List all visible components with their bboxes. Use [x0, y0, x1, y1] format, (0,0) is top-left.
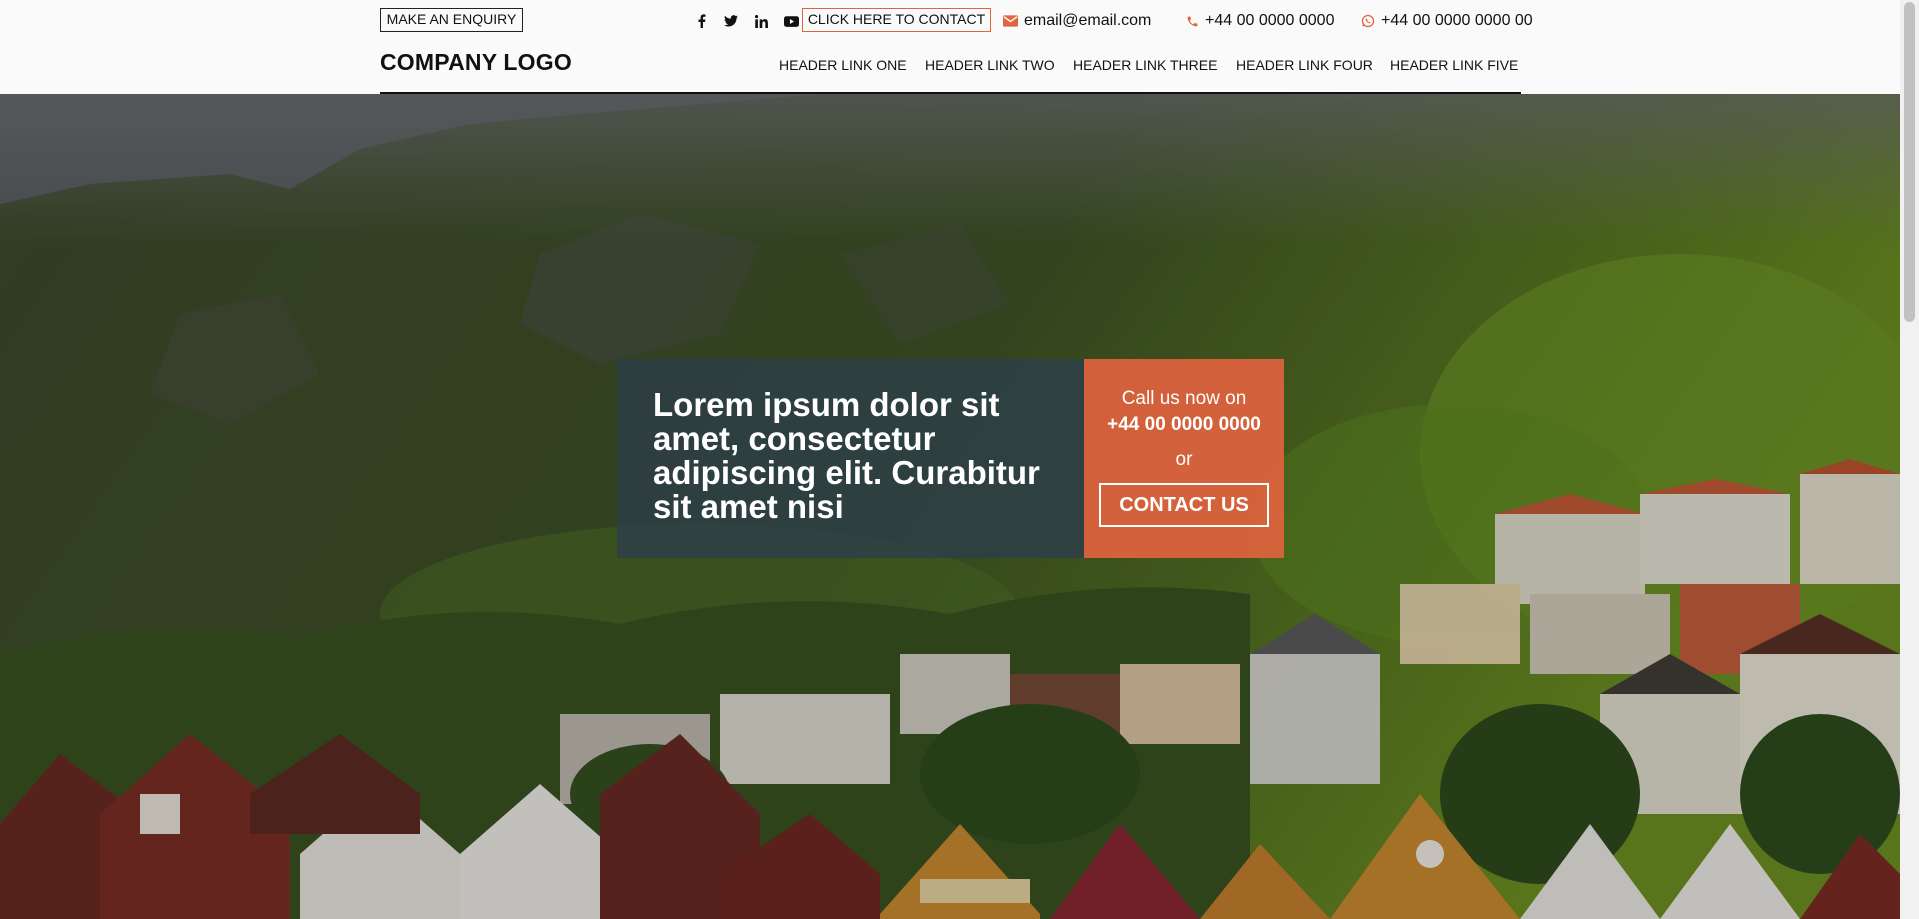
email-text: email@email.com	[1024, 12, 1152, 29]
call-us-number[interactable]: +44 00 0000 0000	[1084, 414, 1284, 436]
top-bar: MAKE AN ENQUIRY CLICK HERE TO CONTACT em…	[380, 8, 1533, 34]
linkedin-icon[interactable]	[746, 11, 776, 31]
company-logo[interactable]: COMPANY LOGO	[380, 49, 572, 76]
header-divider	[380, 92, 1521, 94]
contact-us-button[interactable]: CONTACT US	[1099, 483, 1269, 527]
twitter-icon[interactable]	[716, 11, 746, 31]
social-links	[686, 11, 806, 31]
call-us-text: Call us now on	[1121, 388, 1247, 409]
phone-icon	[1187, 16, 1198, 26]
scrollbar-thumb[interactable]	[1904, 2, 1915, 322]
phone-text: +44 00 0000 0000	[1205, 12, 1335, 29]
facebook-icon[interactable]	[686, 11, 716, 31]
email-link[interactable]: email@email.com	[1003, 10, 1151, 32]
nav-link-five[interactable]: HEADER LINK FIVE	[1390, 57, 1518, 73]
site-header: MAKE AN ENQUIRY CLICK HERE TO CONTACT em…	[0, 0, 1900, 94]
hero-headline: Lorem ipsum dolor sit amet, consectetur …	[653, 386, 1040, 525]
page-scrollbar[interactable]	[1900, 0, 1919, 919]
whatsapp-icon	[1361, 14, 1375, 28]
phone-link[interactable]: +44 00 0000 0000	[1186, 10, 1334, 32]
or-text: or	[1175, 449, 1193, 470]
nav-link-three[interactable]: HEADER LINK THREE	[1073, 57, 1217, 73]
click-to-contact-button[interactable]: CLICK HERE TO CONTACT	[802, 8, 991, 32]
whatsapp-text: +44 00 0000 0000 00	[1381, 12, 1533, 29]
nav-link-two[interactable]: HEADER LINK TWO	[925, 57, 1055, 73]
whatsapp-link[interactable]: +44 00 0000 0000 00	[1361, 10, 1533, 32]
hero-call-panel: Call us now on +44 00 0000 0000 or CONTA…	[1084, 359, 1284, 558]
nav-link-four[interactable]: HEADER LINK FOUR	[1236, 57, 1373, 73]
hero-headline-panel: Lorem ipsum dolor sit amet, consectetur …	[617, 359, 1084, 558]
nav-link-one[interactable]: HEADER LINK ONE	[779, 57, 907, 73]
envelope-icon	[1003, 15, 1018, 27]
make-enquiry-button[interactable]: MAKE AN ENQUIRY	[380, 8, 523, 32]
